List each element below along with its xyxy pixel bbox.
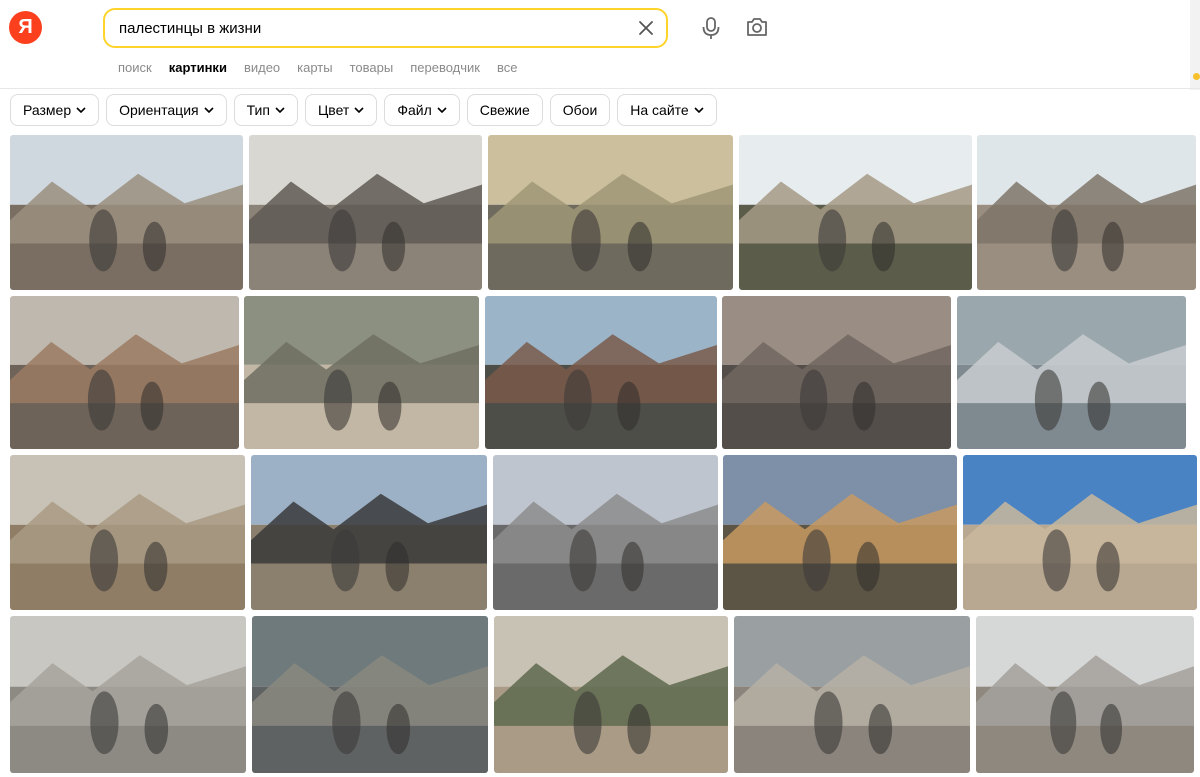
filter-label: Цвет [317,102,350,118]
image-thumbnail [957,296,1186,449]
chevron-down-icon [354,107,364,113]
service-tab[interactable]: все [497,60,518,78]
image-thumbnail [734,616,970,773]
image-thumbnail [493,455,718,610]
image-thumbnail [10,135,243,290]
service-tab[interactable]: переводчик [410,60,480,78]
filter-label: Файл [397,102,432,118]
filter-button[interactable]: На сайте [617,94,717,126]
image-thumbnail [10,296,239,449]
header: Я палестинцы в жизни поиск картинки видео к… [0,0,1200,90]
filter-button[interactable]: Размер [10,94,100,126]
image-result-man-arguing-with-soldier[interactable] [488,135,733,290]
image-result-crowd-confrontation[interactable] [493,455,718,610]
service-tab[interactable]: карты [297,60,332,78]
image-thumbnail [485,296,717,449]
image-result-elderly-man-sitting-masks[interactable] [734,616,970,773]
chevron-down-icon [275,107,285,113]
image-thumbnail [251,455,487,610]
filter-button[interactable]: Тип [233,94,298,126]
image-result-children-with-armed-men[interactable] [485,296,717,449]
image-result-woman-near-tent[interactable] [976,616,1194,773]
filter-label: Размер [23,102,72,118]
service-tab[interactable]: видео [244,60,280,78]
image-thumbnail [722,296,951,449]
filter-label: Ориентация [119,102,199,118]
chevron-down-icon [694,107,704,113]
chevron-down-icon [204,107,214,113]
image-result-street-clashes[interactable] [252,616,488,773]
image-result-ruined-houses-aerial[interactable] [10,616,246,773]
filter-button[interactable]: Обои [549,94,611,126]
image-result-family-outside-house[interactable] [244,296,479,449]
filter-button[interactable]: Ориентация [106,94,227,126]
image-result-boy-in-front-of-smoke[interactable] [251,455,487,610]
search-box[interactable]: палестинцы в жизни [103,8,668,48]
search-input[interactable]: палестинцы в жизни [119,20,261,37]
image-result-woman-carrying-child-flooded-street[interactable] [249,135,482,290]
image-result-woman-in-rubble[interactable] [977,135,1196,290]
image-thumbnail [739,135,972,290]
image-thumbnail [249,135,482,290]
image-thumbnail [244,296,479,449]
image-result-old-town-street-with-woman[interactable] [963,455,1197,610]
image-result-elderly-man-with-cane-and-flag[interactable] [739,135,972,290]
image-thumbnail [976,616,1194,773]
yandex-logo[interactable]: Я [9,11,42,44]
image-thumbnail [977,135,1196,290]
image-result-street-with-children[interactable] [10,135,243,290]
chevron-down-icon [76,107,86,113]
image-result-person-with-flag-sunset[interactable] [723,455,957,610]
image-result-scout-parade-with-flags[interactable] [494,616,728,773]
image-thumbnail [488,135,733,290]
filter-label: На сайте [630,102,689,118]
image-result-woman-in-embroidered-dress-crowd[interactable] [10,296,239,449]
image-thumbnail [723,455,957,610]
filter-button[interactable]: Файл [384,94,460,126]
image-thumbnail [963,455,1197,610]
header-divider [0,88,1200,89]
service-tab[interactable]: поиск [118,60,152,78]
close-icon[interactable] [636,18,656,38]
microphone-icon[interactable] [700,16,722,40]
image-result-destroyed-building-people[interactable] [722,296,951,449]
image-thumbnail [10,455,245,610]
service-tab[interactable]: товары [350,60,394,78]
image-thumbnail [252,616,488,773]
services-nav: поиск картинки видео карты товары переводчик в… [118,60,534,78]
image-result-bombed-buildings-with-flag[interactable] [10,455,245,610]
filters-bar: Размер Ориентация Тип Цвет Файл Свежие Обои На … [10,94,717,128]
filter-button[interactable]: Свежие [466,94,543,126]
image-thumbnail [10,616,246,773]
filter-label: Тип [246,102,270,118]
filter-button[interactable]: Цвет [304,94,378,126]
chevron-down-icon [437,107,447,113]
filter-label: Свежие [479,102,530,118]
filter-label: Обои [562,102,598,118]
image-result-schoolgirls-crowd[interactable] [957,296,1186,449]
camera-icon[interactable] [745,16,769,38]
image-thumbnail [494,616,728,773]
service-tab[interactable]: картинки [169,60,227,78]
side-panel-dot [1193,73,1200,80]
